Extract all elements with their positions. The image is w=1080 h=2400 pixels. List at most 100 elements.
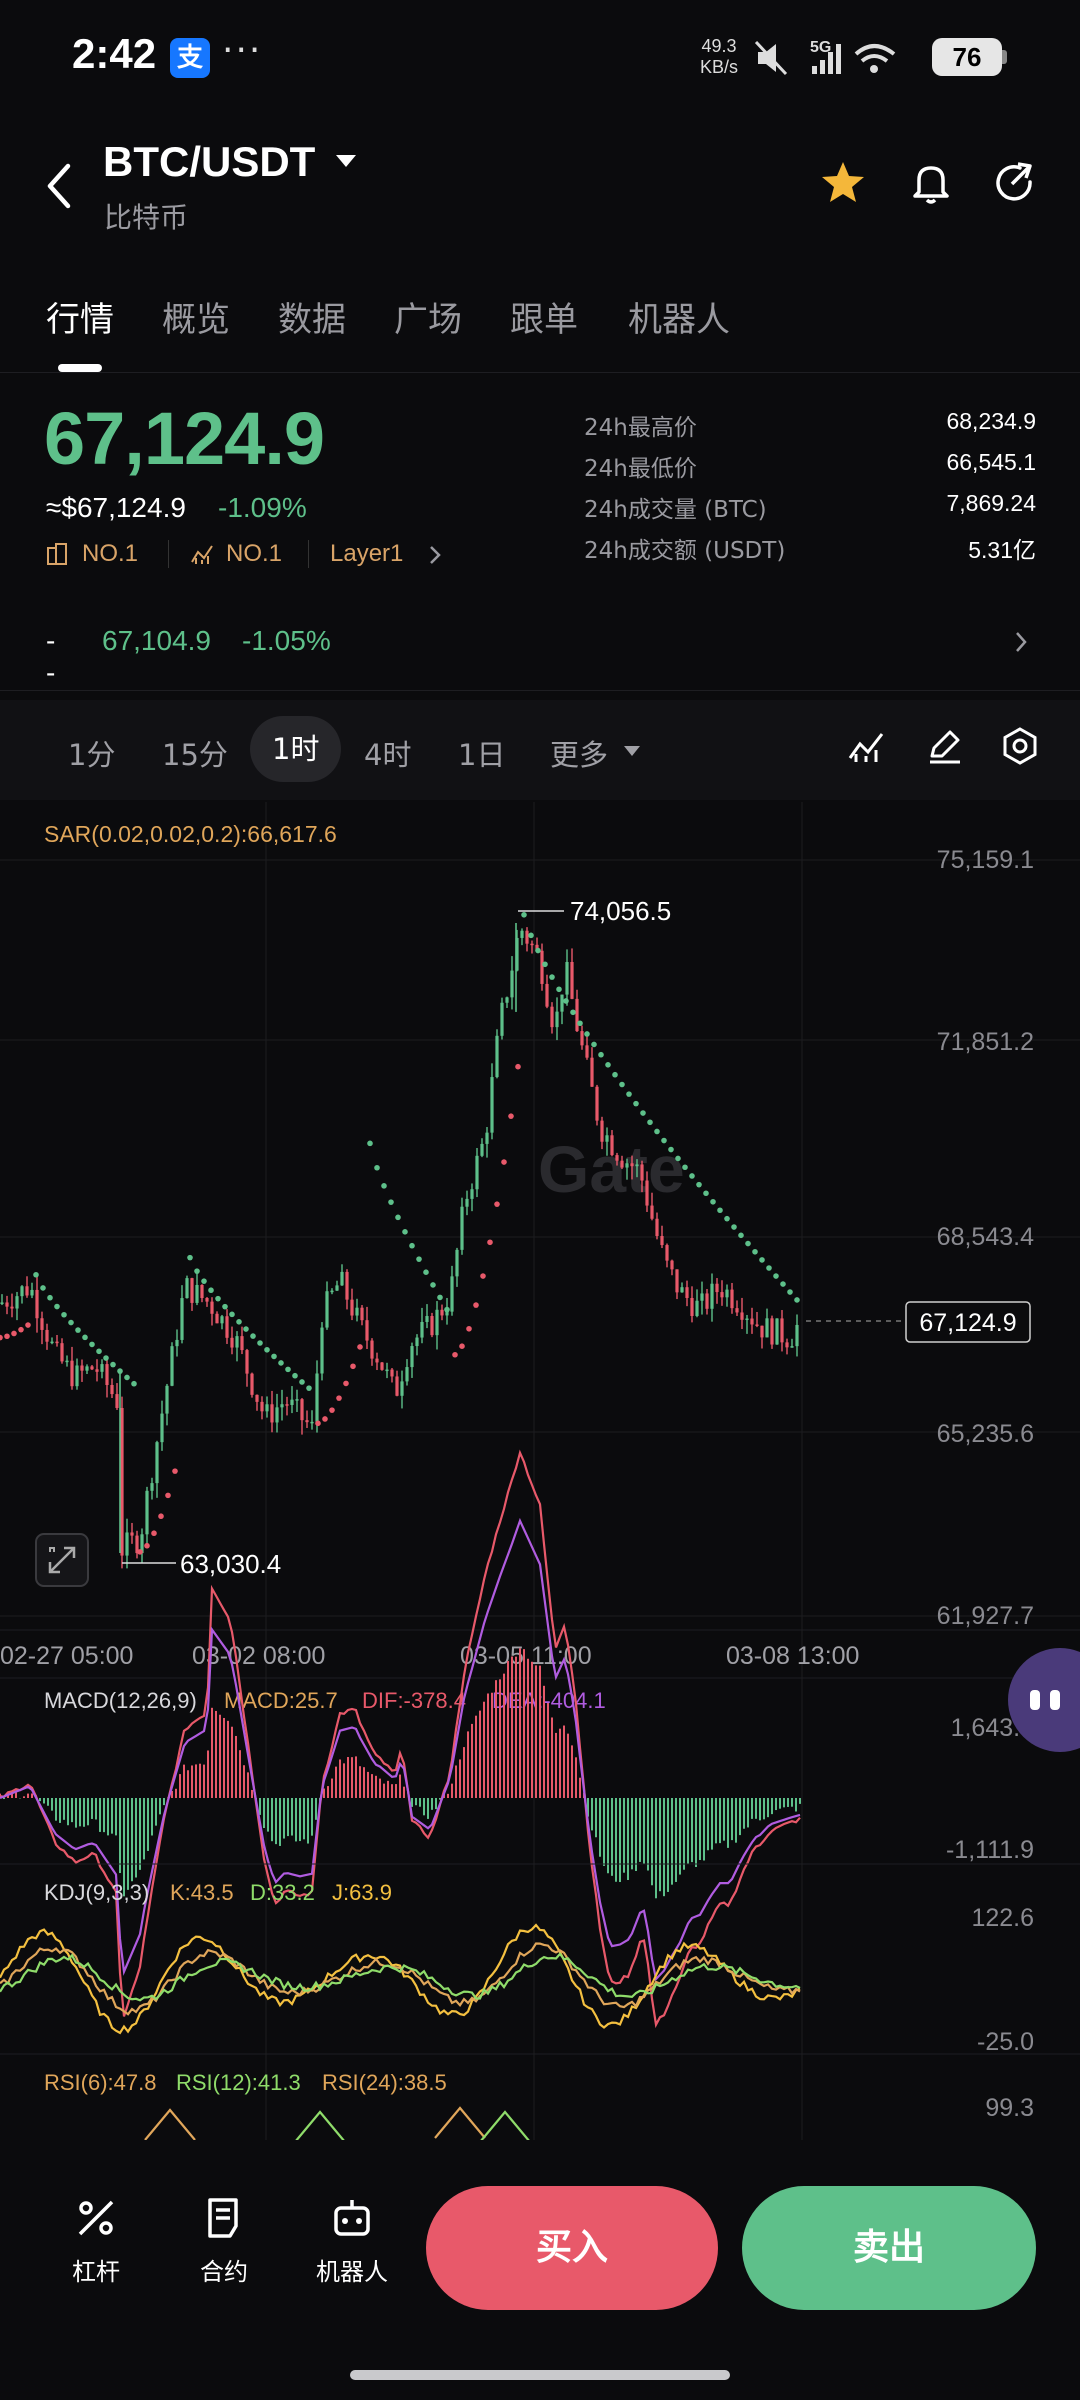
leverage-button[interactable]: 杠杆 bbox=[46, 2196, 146, 2287]
candle-body bbox=[725, 1289, 729, 1298]
net-speed-value: 49.3 bbox=[701, 36, 737, 56]
candle-body bbox=[540, 950, 544, 984]
bot-label: 机器人 bbox=[316, 2258, 388, 2286]
sar-dot bbox=[229, 1311, 235, 1318]
rank-badge-2[interactable]: NO.1 bbox=[226, 540, 282, 568]
candle-body bbox=[20, 1286, 24, 1297]
sar-dot bbox=[668, 1146, 674, 1153]
sar-dot bbox=[480, 1273, 486, 1279]
candle-body bbox=[680, 1287, 684, 1293]
candle-body bbox=[550, 1006, 554, 1028]
sar-dot bbox=[68, 1319, 74, 1326]
candle-body bbox=[220, 1316, 224, 1324]
sar-dot bbox=[563, 998, 569, 1004]
sar-dot bbox=[710, 1198, 716, 1205]
expand-chart-icon[interactable] bbox=[35, 1533, 89, 1587]
sar-dot bbox=[336, 1395, 342, 1401]
sar-dot bbox=[703, 1190, 709, 1197]
chart-settings-icon[interactable] bbox=[1000, 726, 1040, 766]
interval-1h[interactable]: 1时 bbox=[250, 716, 342, 782]
rank-badge-1[interactable]: NO.1 bbox=[82, 540, 138, 568]
sar-dot bbox=[598, 1051, 604, 1058]
sar-dot bbox=[103, 1355, 109, 1361]
candlestick-chart[interactable]: Gate SAR(0.02,0.02,0.2):66,617.6 75,159.… bbox=[0, 802, 1080, 2140]
interval-more[interactable]: 更多 bbox=[550, 732, 608, 774]
interval-1d[interactable]: 1日 bbox=[458, 732, 505, 774]
sar-dot bbox=[61, 1311, 67, 1318]
candle-body bbox=[760, 1325, 764, 1338]
pair-dropdown-icon[interactable] bbox=[336, 155, 356, 167]
stat-value: 66,545.1 bbox=[946, 449, 1036, 475]
bell-icon[interactable] bbox=[906, 158, 956, 208]
tab-copy-trade[interactable]: 跟单 bbox=[510, 292, 578, 341]
buy-button[interactable]: 买入 bbox=[426, 2186, 718, 2310]
pair-title[interactable]: BTC/USDT bbox=[103, 138, 315, 186]
candle-body bbox=[425, 1316, 429, 1322]
candle-body bbox=[340, 1271, 344, 1286]
tab-market[interactable]: 行情 bbox=[46, 292, 114, 341]
stat-row: 24h最低价 66,545.1 bbox=[584, 449, 1036, 490]
candle-body bbox=[280, 1404, 284, 1408]
macd-params: MACD(12,26,9) bbox=[44, 1688, 197, 1713]
candle-body bbox=[395, 1376, 399, 1396]
sar-dot bbox=[577, 1020, 583, 1027]
sar-dot bbox=[4, 1333, 10, 1340]
interval-4h[interactable]: 4时 bbox=[364, 732, 411, 774]
sar-dot bbox=[82, 1334, 88, 1341]
rsi24: RSI(24):38.5 bbox=[322, 2070, 447, 2095]
chevron-right-icon[interactable] bbox=[1014, 630, 1028, 654]
home-indicator[interactable] bbox=[350, 2370, 730, 2380]
chevron-down-icon[interactable] bbox=[624, 746, 640, 756]
interval-15m[interactable]: 15分 bbox=[162, 732, 228, 774]
category-tag[interactable]: Layer1 bbox=[330, 540, 403, 568]
sar-dot bbox=[423, 1269, 429, 1276]
dea-line bbox=[0, 1517, 801, 1982]
tab-overview[interactable]: 概览 bbox=[162, 292, 230, 341]
sar-dot bbox=[47, 1294, 53, 1301]
stat-label: 24h成交量 (BTC) bbox=[584, 497, 767, 523]
sar-dot bbox=[222, 1303, 228, 1310]
candle-body bbox=[450, 1276, 454, 1312]
candle-body bbox=[245, 1350, 249, 1374]
candle-body bbox=[600, 1120, 604, 1142]
tab-data[interactable]: 数据 bbox=[278, 292, 346, 341]
candle-body bbox=[575, 998, 579, 1032]
sar-dot bbox=[144, 1542, 150, 1549]
back-icon[interactable] bbox=[40, 156, 80, 216]
sar-dot bbox=[759, 1257, 765, 1263]
chevron-right-icon[interactable] bbox=[428, 544, 442, 566]
candle-body bbox=[580, 1031, 584, 1046]
candle-body bbox=[125, 1532, 129, 1556]
sar-dot bbox=[264, 1346, 270, 1353]
candle-body bbox=[485, 1132, 489, 1144]
sar-dot bbox=[96, 1348, 102, 1355]
candle-body bbox=[715, 1283, 719, 1293]
sar-dot bbox=[731, 1224, 737, 1230]
candle-body bbox=[285, 1404, 289, 1406]
candle-body bbox=[505, 997, 509, 1003]
high-label: 74,056.5 bbox=[570, 896, 671, 926]
sell-button[interactable]: 卖出 bbox=[742, 2186, 1036, 2310]
net-speed-unit: KB/s bbox=[700, 57, 739, 77]
bot-button[interactable]: 机器人 bbox=[302, 2196, 402, 2287]
indicator-icon[interactable] bbox=[846, 726, 886, 766]
candle-body bbox=[480, 1143, 484, 1156]
sar-dot bbox=[343, 1380, 349, 1387]
candle-body bbox=[155, 1442, 159, 1484]
candle-body bbox=[775, 1318, 779, 1345]
interval-1m[interactable]: 1分 bbox=[68, 732, 115, 774]
sar-dot bbox=[257, 1340, 263, 1346]
tab-bots[interactable]: 机器人 bbox=[628, 292, 730, 341]
candle-body bbox=[780, 1318, 784, 1343]
net-speed: 49.3 KB/s bbox=[700, 36, 738, 78]
favorite-star-icon[interactable] bbox=[818, 158, 868, 208]
share-icon[interactable] bbox=[990, 158, 1040, 208]
tab-square[interactable]: 广场 bbox=[394, 292, 462, 341]
sar-dot bbox=[89, 1341, 95, 1348]
candle-body bbox=[300, 1399, 304, 1421]
sar-dot bbox=[278, 1360, 284, 1366]
candle-body bbox=[330, 1290, 334, 1293]
draw-pencil-icon[interactable] bbox=[924, 726, 964, 766]
contract-button[interactable]: 合约 bbox=[174, 2196, 274, 2287]
sar-dot bbox=[605, 1062, 611, 1068]
